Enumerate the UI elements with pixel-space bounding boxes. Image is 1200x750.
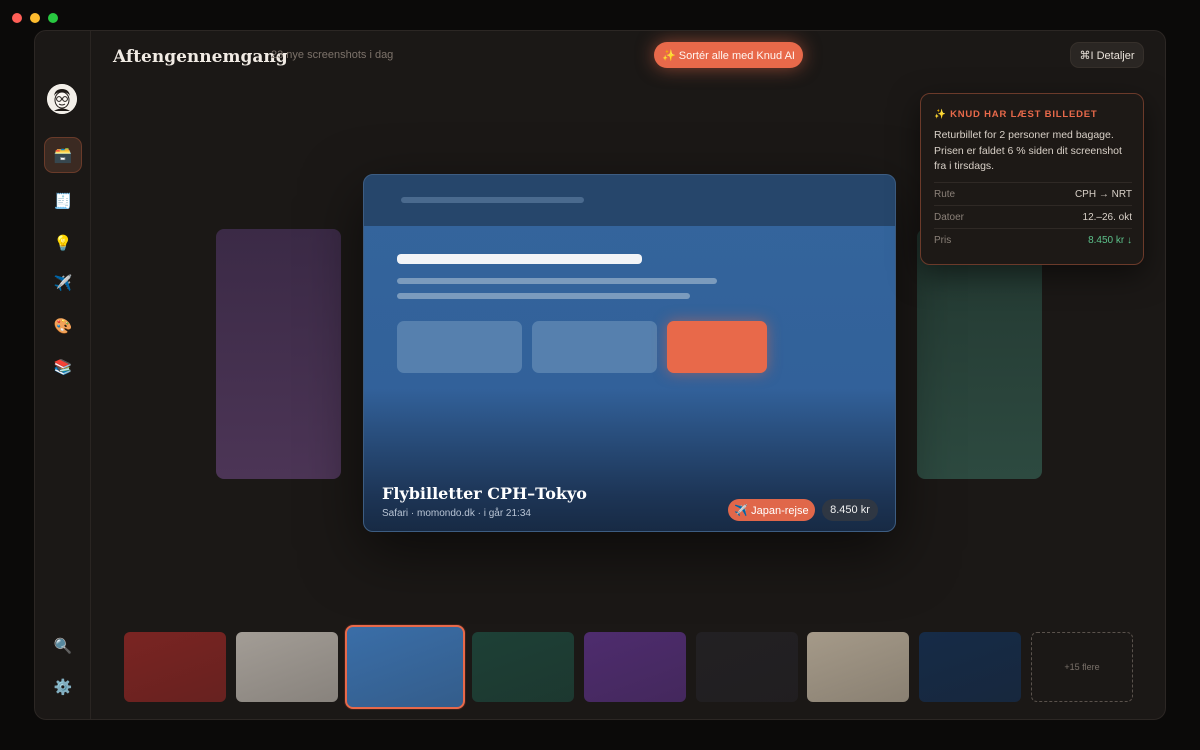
screenshot-thumbnail[interactable]	[919, 632, 1021, 702]
ai-detail-row-route: Rute CPH → NRT	[934, 182, 1132, 205]
preview-field-box	[532, 321, 657, 373]
category-tag[interactable]: ✈️ Japan-rejse	[728, 499, 815, 521]
minimize-window-button[interactable]	[30, 13, 40, 23]
preview-text-line	[397, 278, 717, 284]
sidebar-item-books[interactable]: 📚	[44, 349, 82, 385]
detail-value: CPH → NRT	[1074, 188, 1132, 200]
detail-key: Datoer	[934, 211, 965, 223]
app-window: 🗃️ 🧾 💡 ✈️ 🎨 📚 🔍 ⚙️ Aftengennemgang 23 nye scre…	[34, 30, 1166, 720]
next-screenshot-card[interactable]	[917, 229, 1042, 479]
ai-detail-row-dates: Datoer 12.–26. okt	[934, 205, 1132, 228]
sidebar-item-inbox-box[interactable]: 🗃️	[44, 137, 82, 173]
current-screenshot-card[interactable]: Flybilletter CPH–Tokyo Safari · momondo.…	[363, 174, 896, 532]
preview-text-line	[397, 293, 690, 299]
detail-key: Rute	[934, 188, 956, 200]
ai-insight-panel: ✨ KNUD HAR LÆST BILLEDET Returbillet for…	[920, 93, 1144, 265]
screenshot-thumbnail[interactable]	[584, 632, 686, 702]
previous-screenshot-card[interactable]	[216, 229, 341, 479]
screenshot-thumbnail[interactable]	[472, 632, 574, 702]
receipt-icon: 🧾	[53, 192, 73, 210]
sidebar: 🗃️ 🧾 💡 ✈️ 🎨 📚 🔍 ⚙️	[35, 31, 91, 719]
window-controls	[12, 13, 58, 23]
gear-icon: ⚙️	[53, 678, 73, 696]
ai-panel-heading: ✨ KNUD HAR LÆST BILLEDET	[934, 109, 1098, 120]
screenshot-thumbnail[interactable]	[345, 625, 465, 709]
page-subtitle: 23 nye screenshots i dag	[271, 49, 394, 61]
preview-heading-line	[397, 254, 642, 264]
lightbulb-icon: 💡	[53, 234, 73, 252]
sidebar-item-lightbulb[interactable]: 💡	[44, 225, 82, 261]
sidebar-item-airplane[interactable]: ✈️	[44, 265, 82, 301]
sidebar-item-search[interactable]: 🔍	[44, 628, 82, 664]
preview-url-bar	[401, 197, 584, 203]
price-badge: 8.450 kr	[822, 499, 878, 521]
sidebar-item-palette[interactable]: 🎨	[44, 308, 82, 344]
screenshot-title: Flybilletter CPH–Tokyo	[382, 484, 587, 503]
avatar-face-icon	[47, 84, 77, 114]
screenshot-thumbnail[interactable]	[236, 632, 338, 702]
inbox-box-icon: 🗃️	[53, 146, 73, 164]
close-window-button[interactable]	[12, 13, 22, 23]
detail-key: Pris	[934, 234, 952, 246]
sidebar-item-gear[interactable]: ⚙️	[44, 669, 82, 705]
detail-value: 12.–26. okt	[1082, 211, 1132, 223]
screenshot-meta: Safari · momondo.dk · i går 21:34	[382, 508, 531, 519]
palette-icon: 🎨	[53, 317, 73, 335]
more-screenshots-button[interactable]: +15 flere	[1031, 632, 1133, 702]
sidebar-item-receipt[interactable]: 🧾	[44, 183, 82, 219]
avatar[interactable]	[47, 84, 77, 114]
search-icon: 🔍	[53, 637, 73, 655]
airplane-icon: ✈️	[53, 274, 73, 292]
preview-field-box	[397, 321, 522, 373]
details-button[interactable]: ⌘I Detaljer	[1070, 42, 1144, 68]
ai-panel-summary: Returbillet for 2 personer med bagage. P…	[934, 129, 1122, 172]
zoom-window-button[interactable]	[48, 13, 58, 23]
screenshot-thumbnail[interactable]	[696, 632, 798, 702]
screenshot-thumbnail[interactable]	[807, 632, 909, 702]
detail-value-price-down: 8.450 kr ↓	[1088, 234, 1132, 246]
page-title: Aftengennemgang	[113, 47, 288, 67]
ai-detail-row-price: Pris 8.450 kr ↓	[934, 228, 1132, 251]
screenshot-thumbnail[interactable]	[124, 632, 226, 702]
sort-all-ai-button[interactable]: ✨ Sortér alle med Knud AI	[654, 42, 803, 68]
preview-search-button	[667, 321, 767, 373]
books-icon: 📚	[53, 358, 73, 376]
